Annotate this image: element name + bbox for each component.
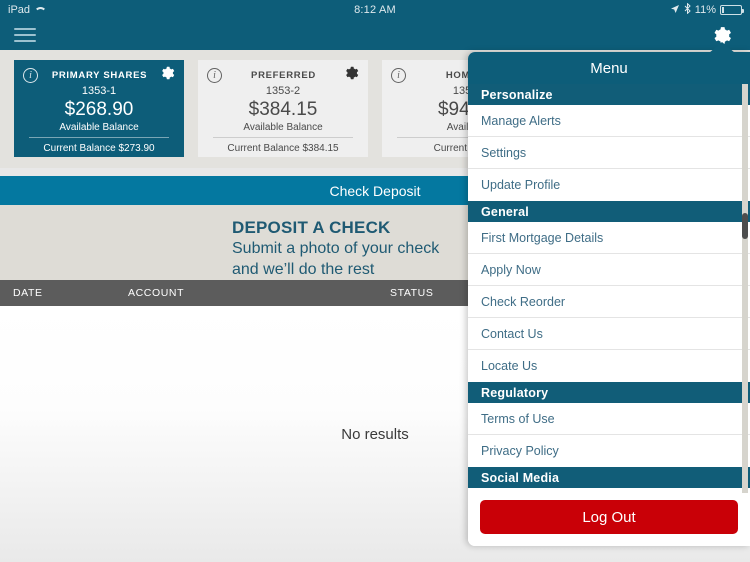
account-name: PRIMARY SHARES	[51, 70, 148, 81]
divider	[213, 137, 353, 138]
account-available-amount: $384.15	[248, 99, 318, 120]
bluetooth-icon	[684, 2, 691, 17]
divider	[29, 137, 169, 138]
menu-footer: Log Out	[468, 493, 750, 546]
account-name: PREFERRED	[251, 70, 316, 81]
menu-item-manage-alerts[interactable]: Manage Alerts	[468, 105, 750, 137]
deposit-hero-line1: Submit a photo of your check	[232, 240, 440, 257]
menu-title: Menu	[468, 52, 750, 84]
column-header-status: STATUS	[390, 287, 434, 299]
log-out-button[interactable]: Log Out	[480, 500, 738, 534]
location-arrow-icon	[670, 4, 680, 17]
menu-item-first-mortgage-details[interactable]: First Mortgage Details	[468, 222, 750, 254]
account-number: 1353-1	[81, 85, 117, 97]
status-bar-time: 8:12 AM	[354, 4, 396, 16]
account-number: 1353-2	[265, 85, 301, 97]
menu-section-general: General	[468, 201, 750, 222]
gear-icon[interactable]	[161, 66, 175, 85]
ios-status-bar: iPad 8:12 AM 11%	[0, 0, 750, 20]
column-header-date: DATE	[13, 287, 43, 299]
menu-section-regulatory: Regulatory	[468, 382, 750, 403]
deposit-hero-title: DEPOSIT A CHECK	[232, 218, 391, 237]
app-root: iPad 8:12 AM 11% i PRIMARY SHARES 1353-1…	[0, 0, 750, 562]
menu-item-contact-us[interactable]: Contact Us	[468, 318, 750, 350]
account-current-balance: Current Balance $384.15	[227, 143, 339, 154]
info-circle-icon[interactable]: i	[207, 68, 222, 83]
deposit-hero-text: DEPOSIT A CHECK Submit a photo of your c…	[232, 218, 439, 280]
account-card-header: i PREFERRED	[207, 66, 359, 85]
account-card-header: i PRIMARY SHARES	[23, 66, 175, 85]
account-card-preferred[interactable]: i PREFERRED 1353-2 $384.15 Available Bal…	[198, 60, 368, 157]
settings-menu-popover: Menu Personalize Manage Alerts Settings …	[468, 52, 750, 546]
menu-scrollbar-track[interactable]	[742, 84, 748, 493]
menu-scrollbar-thumb[interactable]	[742, 213, 748, 239]
hamburger-icon[interactable]	[14, 26, 36, 44]
column-header-account: ACCOUNT	[128, 287, 185, 299]
menu-item-settings[interactable]: Settings	[468, 137, 750, 169]
gear-icon[interactable]	[345, 66, 359, 85]
account-available-amount: $268.90	[64, 99, 134, 120]
info-circle-icon[interactable]: i	[391, 68, 406, 83]
menu-item-check-reorder[interactable]: Check Reorder	[468, 286, 750, 318]
account-current-balance: Current Balance $273.90	[43, 143, 155, 154]
account-available-label: Available Balance	[59, 122, 139, 133]
menu-section-social-media: Social Media	[468, 467, 750, 488]
deposit-hero-line2: and we’ll do the rest	[232, 261, 375, 278]
battery-percent: 11%	[694, 4, 716, 16]
popover-arrow	[709, 42, 735, 53]
menu-item-terms-of-use[interactable]: Terms of Use	[468, 403, 750, 435]
app-navbar	[0, 20, 750, 50]
menu-item-privacy-policy[interactable]: Privacy Policy	[468, 435, 750, 467]
menu-item-apply-now[interactable]: Apply Now	[468, 254, 750, 286]
check-deposit-title: Check Deposit	[329, 182, 421, 199]
menu-section-personalize: Personalize	[468, 84, 750, 105]
menu-item-locate-us[interactable]: Locate Us	[468, 350, 750, 382]
account-card-primary-shares[interactable]: i PRIMARY SHARES 1353-1 $268.90 Availabl…	[14, 60, 184, 157]
info-circle-icon[interactable]: i	[23, 68, 38, 83]
menu-scroll-area[interactable]: Personalize Manage Alerts Settings Updat…	[468, 84, 750, 493]
menu-item-update-profile[interactable]: Update Profile	[468, 169, 750, 201]
account-available-label: Available Balance	[243, 122, 323, 133]
battery-icon	[720, 5, 744, 15]
status-bar-right: 11%	[670, 2, 744, 17]
